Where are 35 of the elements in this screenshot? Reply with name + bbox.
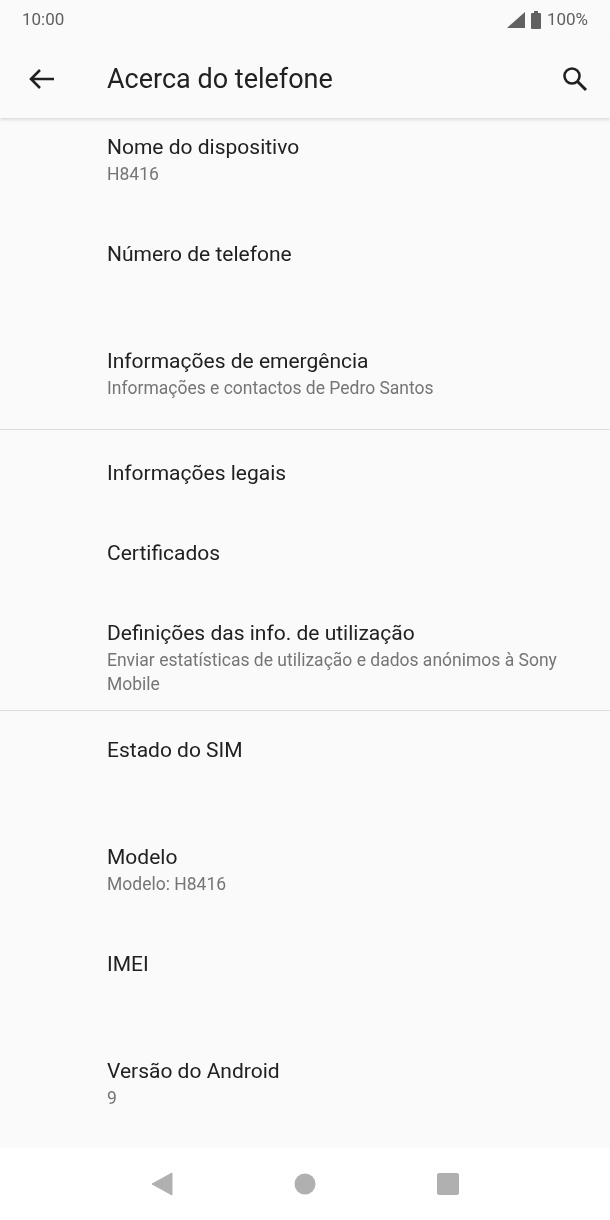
settings-item[interactable]: Modelo Modelo: H8416 <box>0 818 610 925</box>
item-summary: 9 <box>107 1087 118 1110</box>
settings-item[interactable]: Informações de emergência Informações e contactos de Pedro Santos <box>0 322 610 429</box>
item-title: Número de telefone <box>107 241 293 268</box>
item-title: Nome do dispositivo <box>107 134 301 161</box>
battery-percentage: 100% <box>546 8 588 32</box>
item-summary: Informações e contactos de Pedro Santos <box>107 377 435 400</box>
status-time: 10:00 <box>22 8 65 32</box>
item-title: Informações de emergência <box>107 348 370 375</box>
settings-item[interactable]: Nome do dispositivo H8416 <box>0 118 610 215</box>
settings-item[interactable]: Versão do Android 9 <box>0 1032 610 1139</box>
item-title: Informações legais <box>107 460 288 487</box>
triangle-icon <box>150 1172 173 1196</box>
settings-item[interactable]: Número de telefone <box>0 215 610 322</box>
square-icon <box>437 1173 460 1195</box>
item-title: Modelo <box>107 844 179 871</box>
item-title: IMEI <box>107 951 150 978</box>
item-title: Definições das info. de utilização <box>107 620 416 647</box>
page-title: Acerca do telefone <box>107 61 334 97</box>
back-arrow-icon <box>29 68 55 90</box>
settings-item[interactable]: Definições das info. de utilização Enviar estatísticas de utilização e dados anónimos à Sony Mobile <box>0 590 610 710</box>
item-title: Estado do SIM <box>107 737 244 764</box>
item-title: Versão do Android <box>107 1058 281 1085</box>
search-icon <box>562 66 588 92</box>
circle-icon <box>294 1173 316 1195</box>
item-summary: Enviar estatísticas de utilização e dados anónimos à Sony Mobile <box>107 649 558 696</box>
battery-icon <box>530 11 541 29</box>
item-summary: Modelo: H8416 <box>107 873 228 896</box>
signal-icon <box>506 12 525 28</box>
settings-item[interactable]: IMEI <box>0 925 610 1032</box>
settings-item[interactable]: Estado do SIM <box>0 711 610 818</box>
settings-item[interactable]: Informações legais <box>0 430 610 510</box>
item-title: Certificados <box>107 540 222 567</box>
item-summary: H8416 <box>107 163 160 186</box>
settings-item[interactable]: Certificados <box>0 510 610 590</box>
